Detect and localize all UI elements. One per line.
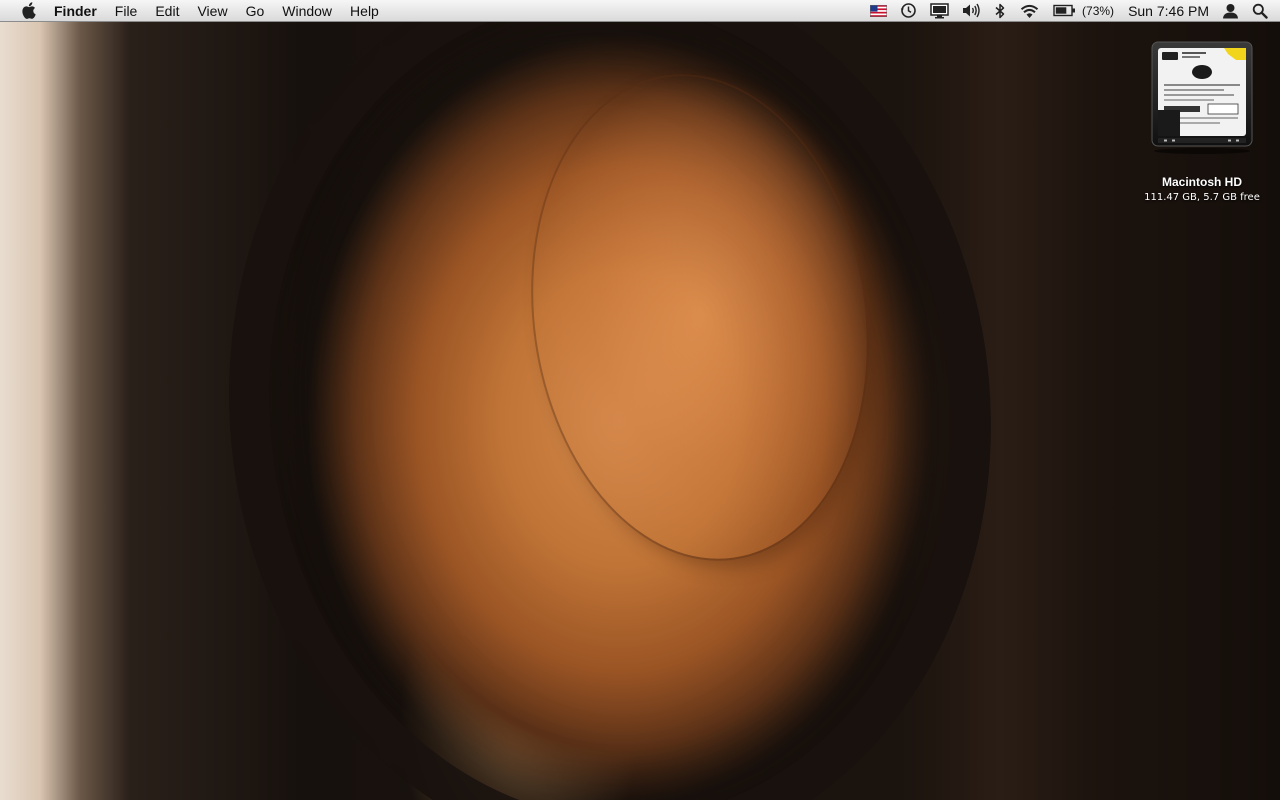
menu-app-finder[interactable]: Finder (54, 0, 106, 22)
desktop-icon-label: Macintosh HD (1161, 175, 1242, 189)
desktop-icon-macintosh-hd[interactable]: Macintosh HD 111.47 GB, 5.7 GB free (1140, 40, 1264, 203)
volume-icon[interactable] (962, 0, 981, 22)
hard-drive-icon (1151, 41, 1253, 154)
display-icon[interactable] (930, 0, 949, 22)
battery-percent: (73%) (1082, 3, 1115, 18)
menu-view[interactable]: View (188, 0, 236, 22)
desktop[interactable]: Finder File Edit View Go Window Help (73… (0, 0, 1280, 800)
wifi-icon[interactable] (1019, 0, 1040, 22)
menu-bar-left: Finder File Edit View Go Window Help (0, 0, 388, 22)
spotlight-search-icon[interactable] (1252, 0, 1268, 22)
menu-bar: Finder File Edit View Go Window Help (73… (0, 0, 1280, 22)
menu-bar-extras: (73%) Sun 7:46 PM (857, 0, 1280, 22)
menu-go[interactable]: Go (237, 0, 274, 22)
apple-icon[interactable] (19, 2, 37, 19)
us-flag-icon[interactable] (870, 0, 888, 22)
menu-window[interactable]: Window (273, 0, 341, 22)
desktop-icon-info: 111.47 GB, 5.7 GB free (1144, 192, 1260, 203)
menu-help[interactable]: Help (341, 0, 388, 22)
wallpaper-speaker (0, 0, 1280, 800)
user-icon[interactable] (1222, 0, 1239, 22)
time-machine-icon[interactable] (900, 0, 917, 22)
bluetooth-icon[interactable] (994, 0, 1006, 22)
menu-file[interactable]: File (106, 0, 147, 22)
menu-clock[interactable]: Sun 7:46 PM (1128, 0, 1209, 22)
battery-status[interactable]: (73%) (1053, 0, 1114, 22)
menu-edit[interactable]: Edit (146, 0, 188, 22)
battery-icon (1053, 4, 1076, 17)
